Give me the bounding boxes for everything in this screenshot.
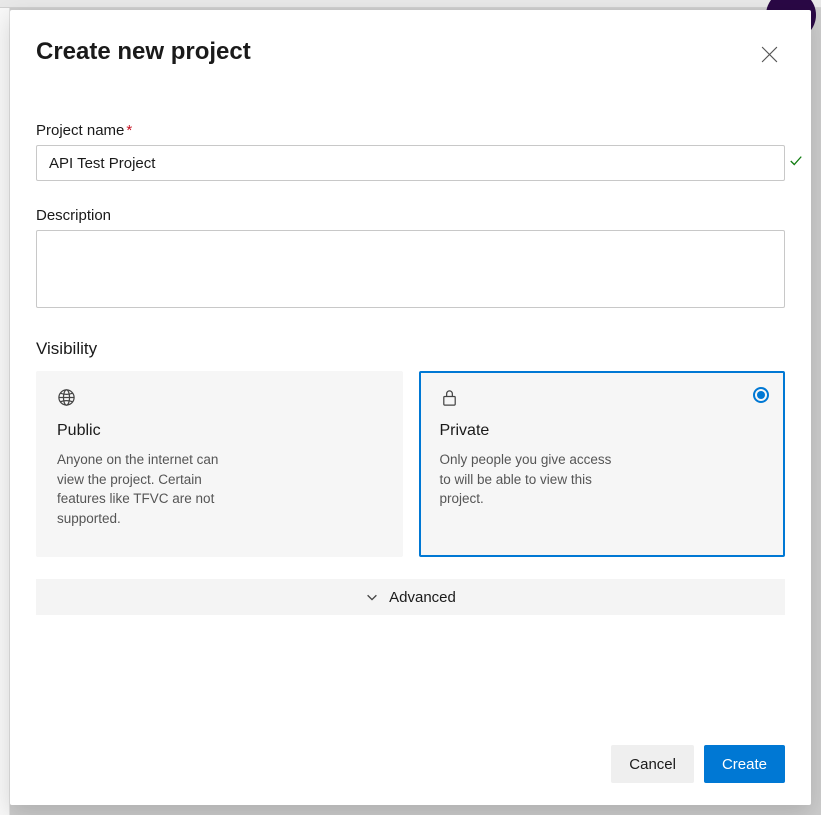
advanced-toggle[interactable]: Advanced [36,579,785,615]
description-field-group: Description [36,207,785,313]
visibility-option-private[interactable]: Private Only people you give access to w… [419,371,786,557]
visibility-section: Visibility Public Anyone on the internet… [36,339,785,557]
background-topbar [0,0,821,8]
visibility-option-public[interactable]: Public Anyone on the internet can view t… [36,371,403,557]
visibility-options: Public Anyone on the internet can view t… [36,371,785,557]
close-icon [761,46,778,63]
create-button[interactable]: Create [704,745,785,783]
close-button[interactable] [753,38,785,70]
visibility-label: Visibility [36,339,785,359]
project-name-field-group: Project name* [36,122,785,181]
visibility-public-description: Anyone on the internet can view the proj… [57,450,242,528]
description-input[interactable] [36,230,785,308]
chevron-down-icon [365,590,379,604]
modal-title: Create new project [36,38,251,66]
description-label: Description [36,207,785,224]
background-sidebar [0,8,10,815]
advanced-label: Advanced [389,589,456,606]
globe-icon [57,388,382,412]
project-name-input[interactable] [36,145,785,181]
visibility-public-title: Public [57,422,382,440]
visibility-private-description: Only people you give access to will be a… [440,450,625,509]
validation-check-icon [789,154,803,173]
cancel-button[interactable]: Cancel [611,745,694,783]
project-name-label: Project name* [36,122,785,139]
modal-footer: Cancel Create [36,745,785,783]
project-name-input-row [36,145,785,181]
modal-header: Create new project [36,38,785,70]
lock-icon [440,388,765,412]
required-asterisk: * [126,122,132,139]
visibility-private-title: Private [440,422,765,440]
create-project-modal: Create new project Project name* Descrip… [10,10,811,805]
selected-radio-icon [753,387,769,403]
